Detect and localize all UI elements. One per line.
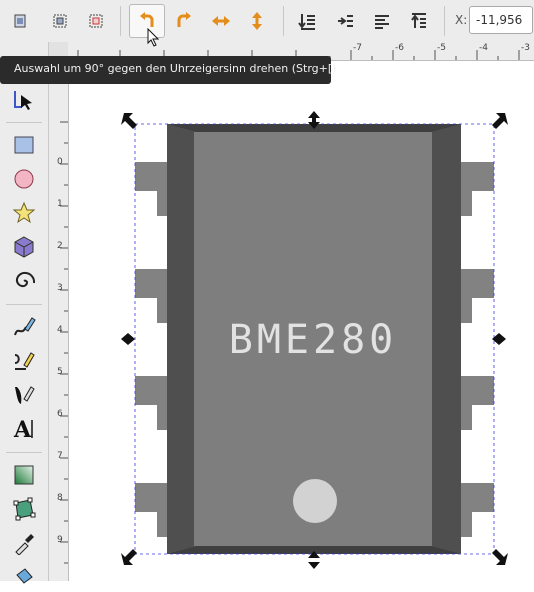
ruler-tick-label: 3: [57, 283, 63, 293]
mesh-tool-button[interactable]: [9, 494, 39, 524]
ruler-tick-label: 1: [57, 199, 63, 209]
node-tool-icon: [14, 91, 32, 110]
select-all-icon: [14, 14, 26, 28]
pen-tool-button[interactable]: [9, 346, 39, 376]
scale-handle-left: [121, 333, 135, 345]
select-all-button[interactable]: [6, 7, 34, 35]
flip-vertical-button[interactable]: [243, 7, 271, 35]
dropper-tool-button[interactable]: [9, 528, 39, 558]
rotate-cw-icon: [177, 12, 191, 27]
toolbar-separator: [120, 6, 121, 36]
ruler-tick-label: -6: [395, 43, 404, 53]
deselect-icon: [89, 14, 103, 28]
paint-bucket-tool-icon: [16, 568, 33, 584]
gradient-tool-button[interactable]: [9, 460, 39, 490]
ruler-tick-label: 8: [57, 493, 63, 503]
3d-box-tool-button[interactable]: [9, 232, 39, 262]
pencil-tool-icon: [14, 317, 36, 336]
calligraphy-tool-button[interactable]: [9, 380, 39, 410]
commands-toolbar: X: -11,956: [0, 0, 534, 43]
toolbox-separator: [6, 122, 42, 123]
ruler-tick-label: -4: [479, 43, 488, 53]
star-tool-icon: [12, 201, 36, 224]
rotate-tooltip: Auswahl um 90° gegen den Uhrzeigersinn d…: [0, 56, 336, 84]
drawing: BME280: [121, 111, 508, 569]
select-in-all-layers-icon: [53, 14, 67, 28]
chip-body[interactable]: BME280: [167, 124, 461, 554]
spiral-tool-icon: [15, 271, 36, 288]
calligraphy-tool-icon: [15, 386, 35, 404]
raise-icon: [375, 15, 389, 29]
ellipse-tool-button[interactable]: [9, 164, 39, 194]
toolbox-separator: [6, 304, 42, 305]
paint-bucket-tool-button[interactable]: [9, 562, 39, 592]
mesh-tool-icon: [13, 497, 36, 521]
ruler-tick-label: 5: [57, 367, 63, 377]
ellipse-tool-icon: [14, 169, 34, 189]
x-coordinate-input[interactable]: -11,956: [469, 6, 533, 34]
ruler-tick-label: 6: [57, 409, 63, 419]
text-tool-icon: A: [13, 417, 33, 441]
lower-button[interactable]: [331, 7, 359, 35]
drawing-canvas[interactable]: BME280: [69, 61, 534, 581]
deselect-button[interactable]: [82, 7, 110, 35]
flip-vertical-icon: [252, 12, 262, 30]
mouse-cursor-icon: [147, 28, 160, 47]
raise-to-top-button[interactable]: [405, 7, 433, 35]
pen-tool-icon: [14, 352, 35, 370]
3d-box-tool-icon: [14, 236, 34, 258]
ruler-tick-label: 9: [57, 535, 63, 545]
raise-button[interactable]: [368, 7, 396, 35]
x-coordinate-label: X:: [455, 13, 468, 27]
ruler-tick-label: 4: [57, 325, 63, 335]
flip-horizontal-icon: [212, 16, 230, 26]
toolbar-separator: [444, 6, 445, 36]
toolbox-separator: [6, 452, 42, 453]
select-in-all-layers-button[interactable]: [46, 7, 74, 35]
dropper-tool-icon: [15, 534, 34, 555]
pencil-tool-button[interactable]: [9, 312, 39, 342]
rectangle-tool-button[interactable]: [9, 130, 39, 160]
rotate-handle-top-left: [121, 113, 137, 129]
ruler-tick-label: 7: [57, 451, 63, 461]
pin1-marker-dot: [293, 479, 337, 523]
lower-icon: [338, 15, 353, 27]
rotate-handle-bottom-right: [492, 549, 508, 565]
gradient-tool-icon: [14, 465, 34, 485]
ruler-tick-label: -7: [353, 43, 362, 53]
tool-palette: A: [0, 42, 49, 584]
ruler-tick-label: -5: [437, 43, 446, 53]
flip-horizontal-button[interactable]: [207, 7, 235, 35]
ruler-tick-label: -3: [521, 43, 530, 53]
spiral-tool-button[interactable]: [9, 266, 39, 296]
rotate-handle-top-right: [492, 113, 508, 129]
ruler-tick-label: 2: [57, 241, 63, 251]
text-tool-button[interactable]: A: [9, 414, 39, 444]
rotate-handle-bottom-left: [121, 549, 137, 565]
chip-label: BME280: [229, 317, 398, 363]
toolbar-separator: [283, 6, 284, 36]
raise-to-top-icon: [411, 13, 426, 28]
rectangle-tool-icon: [14, 136, 34, 154]
lower-to-bottom-button[interactable]: [293, 7, 321, 35]
star-tool-button[interactable]: [9, 198, 39, 228]
vertical-ruler[interactable]: 0 1 2 3 4 5 6 7 8 9: [48, 60, 69, 581]
node-tool-button[interactable]: [9, 84, 39, 114]
ruler-tick-label: 0: [57, 157, 63, 167]
svg-text:A: A: [13, 417, 32, 441]
rotate-cw-button[interactable]: [170, 7, 198, 35]
lower-to-bottom-icon: [298, 14, 315, 30]
